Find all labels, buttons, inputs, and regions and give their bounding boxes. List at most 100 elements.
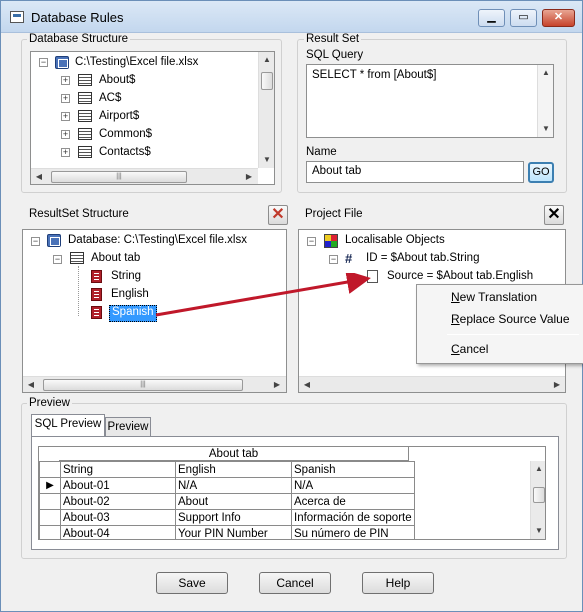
tree-item-table[interactable]: Contacts$ (99, 146, 151, 162)
table-icon (78, 128, 92, 140)
name-label: Name (306, 146, 337, 158)
scroll-thumb[interactable] (261, 72, 273, 90)
scroll-left-icon[interactable]: ◀ (31, 169, 47, 184)
collapse-icon[interactable]: − (329, 255, 338, 264)
table-cell[interactable]: Your PIN Number (175, 525, 292, 539)
table-cell[interactable]: N/A (175, 477, 292, 494)
scroll-thumb[interactable]: ||| (43, 379, 243, 391)
row-header (39, 509, 61, 526)
preview-grid[interactable]: About tab String English Spanish ▶ About… (38, 446, 546, 540)
scroll-down-icon[interactable]: ▼ (538, 121, 554, 137)
project-file-label: Project File (303, 208, 365, 220)
tree-item-column-selected[interactable]: Spanish (109, 305, 157, 322)
horizontal-scrollbar[interactable]: ◀ ||| ▶ (23, 376, 286, 392)
database-rules-window: Database Rules ▁ ▭ ✕ Database Structure … (0, 0, 583, 612)
delete-icon[interactable]: ✕ (268, 205, 288, 225)
collapse-icon[interactable]: − (31, 237, 40, 246)
tree-item-table[interactable]: AC$ (99, 92, 121, 108)
go-button[interactable]: GO (528, 162, 554, 183)
tree-item-column[interactable]: String (111, 270, 141, 286)
row-header (39, 525, 61, 539)
table-icon (78, 110, 92, 122)
help-button[interactable]: Help (362, 572, 434, 594)
table-cell[interactable]: Su número de PIN (291, 525, 415, 539)
scroll-right-icon[interactable]: ▶ (549, 377, 565, 392)
scroll-down-icon[interactable]: ▼ (531, 523, 545, 539)
sql-query-textarea[interactable]: SELECT * from [About$] ▲ ▼ (306, 64, 554, 138)
sql-query-text: SELECT * from [About$] (312, 69, 437, 81)
table-cell[interactable]: Información de soporte (291, 509, 415, 526)
scroll-up-icon[interactable]: ▲ (259, 52, 274, 68)
scroll-up-icon[interactable]: ▲ (538, 65, 554, 81)
scroll-thumb[interactable] (533, 487, 545, 503)
database-structure-tree[interactable]: − C:\Testing\Excel file.xlsx + About$ + … (30, 51, 275, 185)
window-title: Database Rules (31, 10, 124, 25)
scroll-up-icon[interactable]: ▲ (531, 461, 545, 477)
table-cell[interactable]: Acerca de (291, 493, 415, 510)
menu-item-cancel[interactable]: Cancel (451, 342, 488, 356)
table-cell[interactable]: Support Info (175, 509, 292, 526)
column-header[interactable]: English (175, 461, 292, 478)
scroll-left-icon[interactable]: ◀ (299, 377, 315, 392)
cancel-button[interactable]: Cancel (259, 572, 331, 594)
scroll-thumb[interactable]: ||| (51, 171, 187, 183)
table-cell[interactable]: About-04 (60, 525, 176, 539)
scroll-right-icon[interactable]: ▶ (241, 169, 257, 184)
table-cell[interactable]: About-01 (60, 477, 176, 494)
maximize-button[interactable]: ▭ (510, 9, 537, 27)
collapse-icon[interactable]: − (53, 255, 62, 264)
row-header-corner (39, 461, 61, 478)
scroll-down-icon[interactable]: ▼ (259, 152, 274, 168)
horizontal-scrollbar[interactable]: ◀ ▶ (299, 376, 565, 392)
minimize-button[interactable]: ▁ (478, 9, 505, 27)
scroll-left-icon[interactable]: ◀ (23, 377, 39, 392)
expand-icon[interactable]: + (61, 130, 70, 139)
menu-item-new-translation[interactable]: New Translation (451, 290, 537, 304)
table-cell[interactable]: About-02 (60, 493, 176, 510)
table-cell[interactable]: About (175, 493, 292, 510)
table-row[interactable]: About-02 About Acerca de (39, 493, 415, 510)
tree-item-table[interactable]: About$ (99, 74, 135, 90)
title-bar[interactable]: Database Rules ▁ ▭ ✕ (1, 1, 582, 33)
tree-item-column[interactable]: English (111, 288, 149, 304)
delete-icon[interactable]: ✕ (544, 205, 564, 225)
expand-icon[interactable]: + (61, 94, 70, 103)
column-icon (91, 270, 102, 283)
menu-item-replace-source-value[interactable]: Replace Source Value (451, 312, 570, 326)
table-row[interactable]: About-04 Your PIN Number Su número de PI… (39, 525, 415, 539)
column-header[interactable]: Spanish (291, 461, 415, 478)
tree-item-table[interactable]: Airport$ (99, 110, 139, 126)
horizontal-scrollbar[interactable]: ◀ ||| ▶ (31, 168, 258, 184)
collapse-icon[interactable]: − (307, 237, 316, 246)
tree-root-label[interactable]: Localisable Objects (345, 234, 445, 250)
save-button[interactable]: Save (156, 572, 228, 594)
table-cell[interactable]: About-03 (60, 509, 176, 526)
tree-root-label[interactable]: Database: C:\Testing\Excel file.xlsx (68, 234, 247, 250)
vertical-scrollbar[interactable]: ▲ ▼ (258, 52, 274, 168)
tree-item-table[interactable]: About tab (91, 252, 140, 268)
table-row[interactable]: ▶ About-01 N/A N/A (39, 477, 415, 494)
vertical-scrollbar[interactable]: ▲ ▼ (530, 461, 545, 539)
tree-root-label[interactable]: C:\Testing\Excel file.xlsx (75, 56, 198, 72)
table-cell[interactable]: N/A (291, 477, 415, 494)
preview-label: Preview (27, 397, 72, 409)
table-header-row: String English Spanish (39, 461, 415, 478)
table-icon (78, 74, 92, 86)
name-input[interactable]: About tab (306, 161, 524, 183)
column-header[interactable]: String (60, 461, 176, 478)
vertical-scrollbar[interactable]: ▲ ▼ (537, 65, 553, 137)
result-set-label: Result Set (304, 33, 362, 45)
tab-preview[interactable]: Preview (105, 417, 151, 437)
tree-item-id[interactable]: ID = $About tab.String (366, 252, 479, 268)
table-icon (78, 146, 92, 158)
expand-icon[interactable]: + (61, 148, 70, 157)
close-button[interactable]: ✕ (542, 9, 575, 27)
scroll-right-icon[interactable]: ▶ (269, 377, 285, 392)
tree-item-table[interactable]: Common$ (99, 128, 152, 144)
expand-icon[interactable]: + (61, 76, 70, 85)
row-header (39, 493, 61, 510)
table-row[interactable]: About-03 Support Info Información de sop… (39, 509, 415, 526)
expand-icon[interactable]: + (61, 112, 70, 121)
tab-sql-preview[interactable]: SQL Preview (31, 414, 105, 436)
collapse-icon[interactable]: − (39, 58, 48, 67)
